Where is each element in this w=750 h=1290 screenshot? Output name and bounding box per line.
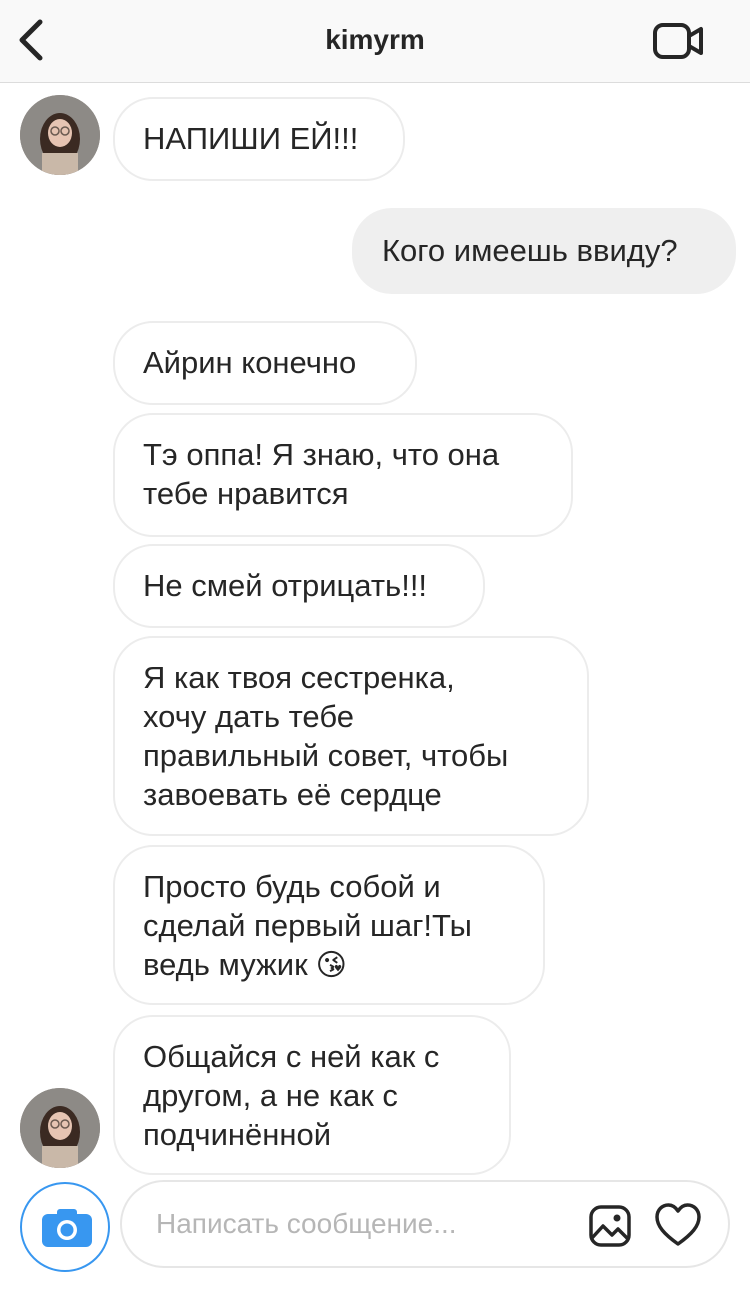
message-bubble-incoming[interactable]: Айрин конечно <box>113 321 417 405</box>
contact-avatar[interactable] <box>20 95 100 175</box>
image-gallery-icon <box>589 1205 631 1247</box>
message-text: Тэ оппа! Я знаю, что она тебе нравится <box>143 437 500 511</box>
message-text: НАПИШИ ЕЙ!!! <box>143 121 359 156</box>
kiss-emoji: 😘 <box>315 949 347 982</box>
contact-avatar[interactable] <box>20 1088 100 1168</box>
chat-header: kimyrm <box>0 0 750 83</box>
gallery-button[interactable] <box>588 1204 632 1248</box>
camera-icon <box>42 1209 92 1247</box>
message-bubble-outgoing[interactable]: Кого имеешь ввиду? <box>352 208 736 294</box>
message-text: Айрин конечно <box>143 345 357 380</box>
message-text: Не смей отрицать!!! <box>143 568 428 603</box>
message-bubble-incoming[interactable]: Общайся с ней как с другом, а не как с п… <box>113 1015 511 1175</box>
message-text: Я как твоя сестренка, хочу дать тебе пра… <box>143 660 509 812</box>
camera-button[interactable] <box>20 1182 110 1272</box>
message-text: Общайся с ней как с другом, а не как с п… <box>143 1039 440 1152</box>
message-input[interactable]: Написать сообщение... <box>156 1208 457 1240</box>
message-bubble-incoming[interactable]: НАПИШИ ЕЙ!!! <box>113 97 405 181</box>
message-text: Кого имеешь ввиду? <box>382 233 678 268</box>
video-camera-icon <box>653 23 703 59</box>
like-button[interactable] <box>654 1202 702 1248</box>
message-bubble-incoming[interactable]: Не смей отрицать!!! <box>113 544 485 628</box>
message-text: Просто будь собой и сделай первый шаг!Ты… <box>143 869 472 982</box>
message-bubble-incoming[interactable]: Просто будь собой и сделай первый шаг!Ты… <box>113 845 545 1005</box>
message-composer[interactable]: Написать сообщение... <box>120 1180 730 1268</box>
heart-icon <box>655 1203 701 1246</box>
chat-username[interactable]: kimyrm <box>0 24 750 56</box>
message-bubble-incoming[interactable]: Тэ оппа! Я знаю, что она тебе нравится <box>113 413 573 537</box>
message-bubble-incoming[interactable]: Я как твоя сестренка, хочу дать тебе пра… <box>113 636 589 836</box>
video-call-button[interactable] <box>652 20 706 62</box>
